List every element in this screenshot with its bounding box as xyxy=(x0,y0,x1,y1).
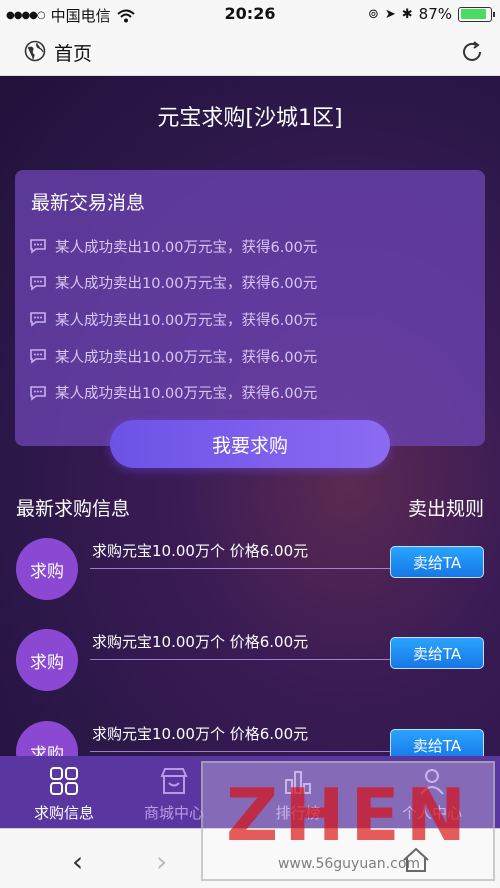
battery-percent: 87% xyxy=(418,5,452,23)
chat-bubble-icon xyxy=(30,239,46,254)
order-badge: 求购 xyxy=(16,629,78,691)
message-text: 某人成功卖出10.00万元宝，获得6.00元 xyxy=(55,312,318,329)
chat-bubble-icon xyxy=(30,349,46,364)
page-title: 元宝求购[沙城1区] xyxy=(157,106,343,131)
order-row: 求购 求购元宝10.00万个 价格6.00元 卖给TA xyxy=(16,629,486,719)
order-row: 求购 求购元宝10.00万个 价格6.00元 卖给TA xyxy=(16,538,486,628)
nav-title: 首页 xyxy=(54,43,93,65)
message-text: 某人成功卖出10.00万元宝，获得6.00元 xyxy=(55,276,318,293)
order-row: 求购 求购元宝10.00万个 价格6.00元 卖给TA xyxy=(16,721,486,756)
order-divider xyxy=(90,568,390,569)
tab-requests[interactable]: 求购信息 xyxy=(16,756,112,828)
location-icon: ➤ xyxy=(384,6,396,22)
order-text: 求购元宝10.00万个 价格6.00元 xyxy=(92,633,309,651)
battery-fill xyxy=(460,9,486,19)
chat-bubble-icon xyxy=(30,276,46,291)
message-text: 某人成功卖出10.00万元宝，获得6.00元 xyxy=(55,349,318,366)
store-icon xyxy=(160,768,188,794)
trade-messages-panel: 最新交易消息 某人成功卖出10.00万元宝，获得6.00元 某人成功卖出10.00… xyxy=(15,170,485,446)
refresh-icon[interactable] xyxy=(460,40,484,64)
grid-icon xyxy=(50,767,78,795)
message-item: 某人成功卖出10.00万元宝，获得6.00元 xyxy=(29,228,469,265)
chat-bubble-icon xyxy=(30,385,46,401)
order-text: 求购元宝10.00万个 价格6.00元 xyxy=(92,725,309,743)
main-content: 元宝求购[沙城1区] 最新交易消息 某人成功卖出10.00万元宝，获得6.00元… xyxy=(0,76,500,756)
svg-text:ZHEN: ZHEN xyxy=(226,773,472,857)
tab-requests-label: 求购信息 xyxy=(33,804,94,822)
battery-icon xyxy=(458,6,495,22)
sell-rules-link[interactable]: 卖出规则 xyxy=(408,494,484,521)
forward-icon[interactable]: › xyxy=(156,845,167,878)
messages-list[interactable]: 某人成功卖出10.00万元宝，获得6.00元 某人成功卖出10.00万元宝，获得6… xyxy=(29,228,469,414)
sell-to-ta-button[interactable]: 卖给TA xyxy=(390,546,484,578)
sell-to-ta-button[interactable]: 卖给TA xyxy=(390,637,484,669)
message-item: 某人成功卖出10.00万元宝，获得6.00元 xyxy=(29,411,469,414)
message-text: 某人成功卖出10.00万元宝，获得6.00元 xyxy=(55,386,318,403)
svg-text:www.56guyuan.com: www.56guyuan.com xyxy=(278,856,420,872)
back-icon[interactable]: ‹ xyxy=(72,845,83,878)
message-item: 某人成功卖出10.00万元宝，获得6.00元 xyxy=(29,301,469,338)
message-item: 某人成功卖出10.00万元宝，获得6.00元 xyxy=(29,374,469,411)
sell-to-ta-button[interactable]: 卖给TA xyxy=(390,729,484,756)
order-badge: 求购 xyxy=(16,721,78,756)
message-item: 某人成功卖出10.00万元宝，获得6.00元 xyxy=(29,265,469,302)
buy-request-button[interactable]: 我要求购 xyxy=(110,420,390,468)
status-right: ⊚ ➤ ✱ 87% xyxy=(367,5,495,23)
latest-requests-heading: 最新求购信息 xyxy=(16,498,131,520)
messages-heading: 最新交易消息 xyxy=(31,192,146,214)
orientation-lock-icon: ⊚ xyxy=(367,6,379,22)
watermark-logo: ZHEN www.56guyuan.com xyxy=(201,761,495,881)
chat-bubble-icon xyxy=(30,312,46,328)
browser-nav-bar: 首页 xyxy=(0,28,500,76)
bluetooth-icon: ✱ xyxy=(401,6,413,22)
order-divider xyxy=(90,659,390,660)
order-badge: 求购 xyxy=(16,538,78,600)
order-divider xyxy=(90,751,390,752)
globe-icon[interactable] xyxy=(24,40,46,62)
status-bar: ●●●●○ 中国电信 20:26 ⊚ ➤ ✱ 87% xyxy=(0,0,500,28)
message-item: 某人成功卖出10.00万元宝，获得6.00元 xyxy=(29,338,469,375)
message-text: 某人成功卖出10.00万元宝，获得6.00元 xyxy=(55,239,318,256)
order-text: 求购元宝10.00万个 价格6.00元 xyxy=(92,542,309,560)
